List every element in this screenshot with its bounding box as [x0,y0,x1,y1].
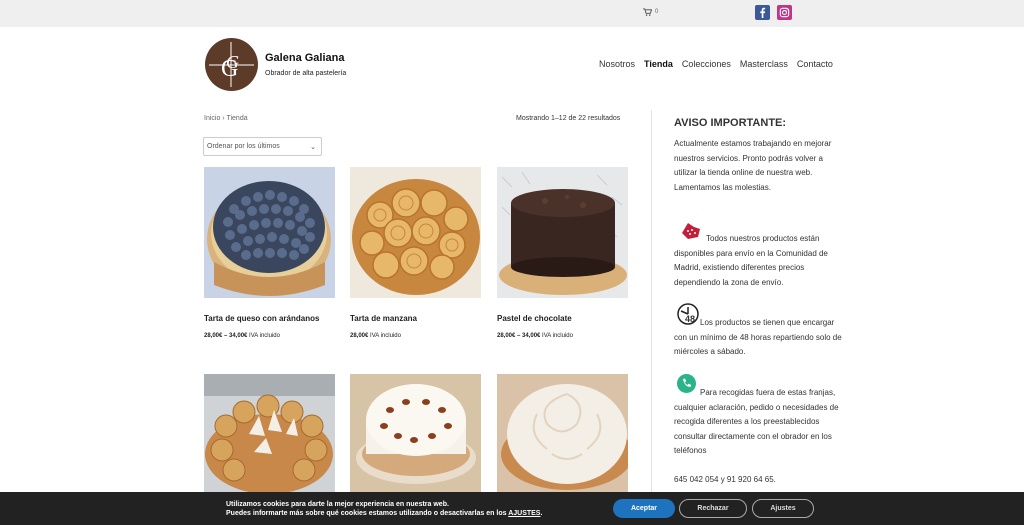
accept-cookies-button[interactable]: Aceptar [613,499,675,518]
product-image-carrot-cake[interactable] [350,374,481,492]
product-price: 28,00€ – 34,00€ IVA incluido [497,333,573,339]
brand-logo[interactable]: G G [205,38,258,91]
result-count: Mostrando 1–12 de 22 resultados [516,115,621,122]
facebook-icon [760,7,766,18]
chevron-down-icon: ⌄ [310,144,316,151]
cart-link[interactable]: 0 [643,8,658,16]
ordering-selected: Ordenar por los últimos [207,143,280,150]
price-tax-note: IVA incluido [370,333,401,339]
cookie-message: Utilizamos cookies para darte la mejor e… [226,500,542,518]
product-image-choux-tart[interactable] [204,374,335,492]
nav-item-masterclass[interactable]: Masterclass [740,59,788,69]
cart-icon [643,8,652,16]
top-bar [0,0,1024,27]
facebook-link[interactable] [755,5,770,20]
logo-monogram-icon: G G [209,42,254,87]
product-price: 28,00€ IVA incluido [350,333,401,339]
notice-title: AVISO IMPORTANTE: [674,117,787,129]
cart-count: 0 [655,9,659,15]
sidebar-divider [651,110,652,500]
breadcrumb-separator: › [222,115,225,122]
order-time-paragraph: Los productos se tienen que encargar con… [674,318,842,356]
breadcrumb-home[interactable]: Inicio [204,115,220,122]
nav-item-tienda[interactable]: Tienda [644,59,673,69]
breadcrumb: Inicio › Tienda [204,115,248,122]
product-title[interactable]: Pastel de chocolate [497,314,572,323]
instagram-link[interactable] [777,5,792,20]
product-image-lemon-meringue-tart[interactable] [497,374,628,492]
cookie-line-1: Utilizamos cookies para darte la mejor e… [226,501,449,508]
site-tagline: Obrador de alta pastelería [265,70,347,77]
main-nav: Nosotros Tienda Colecciones Masterclass … [599,59,842,69]
instagram-icon [779,7,790,18]
phone-numbers[interactable]: 645 042 054 y 91 920 64 65. [674,473,844,488]
cookie-period: . [540,510,543,517]
cookie-line-2-text: Puedes informarte más sobre qué cookies … [226,510,507,517]
price-value: 28,00€ – 34,00€ [204,333,248,339]
pickup-paragraph: Para recogidas fuera de estas franjas, c… [674,388,839,455]
product-image-apple-tart[interactable] [350,167,481,298]
product-price: 28,00€ – 34,00€ IVA incluido [204,333,280,339]
site-title[interactable]: Galena Galiana [265,52,344,64]
price-tax-note: IVA incluido [249,333,280,339]
price-tax-note: IVA incluido [542,333,573,339]
product-title[interactable]: Tarta de queso con arándanos [204,314,319,323]
notice-paragraph: Actualmente estamos trabajando en mejora… [674,139,832,192]
nav-item-contacto[interactable]: Contacto [797,59,833,69]
ordering-select[interactable]: Ordenar por los últimos ⌄ [203,137,322,156]
product-image-blueberry-cheesecake[interactable] [204,167,335,298]
product-image-chocolate-cake[interactable] [497,167,628,298]
nav-item-colecciones[interactable]: Colecciones [682,59,731,69]
cookie-line-2: Puedes informarte más sobre qué cookies … [226,509,542,518]
reject-cookies-button[interactable]: Rechazar [679,499,747,518]
price-value: 28,00€ – 34,00€ [497,333,541,339]
breadcrumb-current: Tienda [226,115,248,122]
nav-item-nosotros[interactable]: Nosotros [599,59,635,69]
cookie-settings-button[interactable]: Ajustes [752,499,814,518]
price-value: 28,00€ [350,333,369,339]
product-title[interactable]: Tarta de manzana [350,314,417,323]
cookie-settings-link[interactable]: AJUSTES [508,510,540,517]
svg-text:G: G [226,52,239,72]
shipping-paragraph: Todos nuestros productos están disponibl… [674,234,828,287]
